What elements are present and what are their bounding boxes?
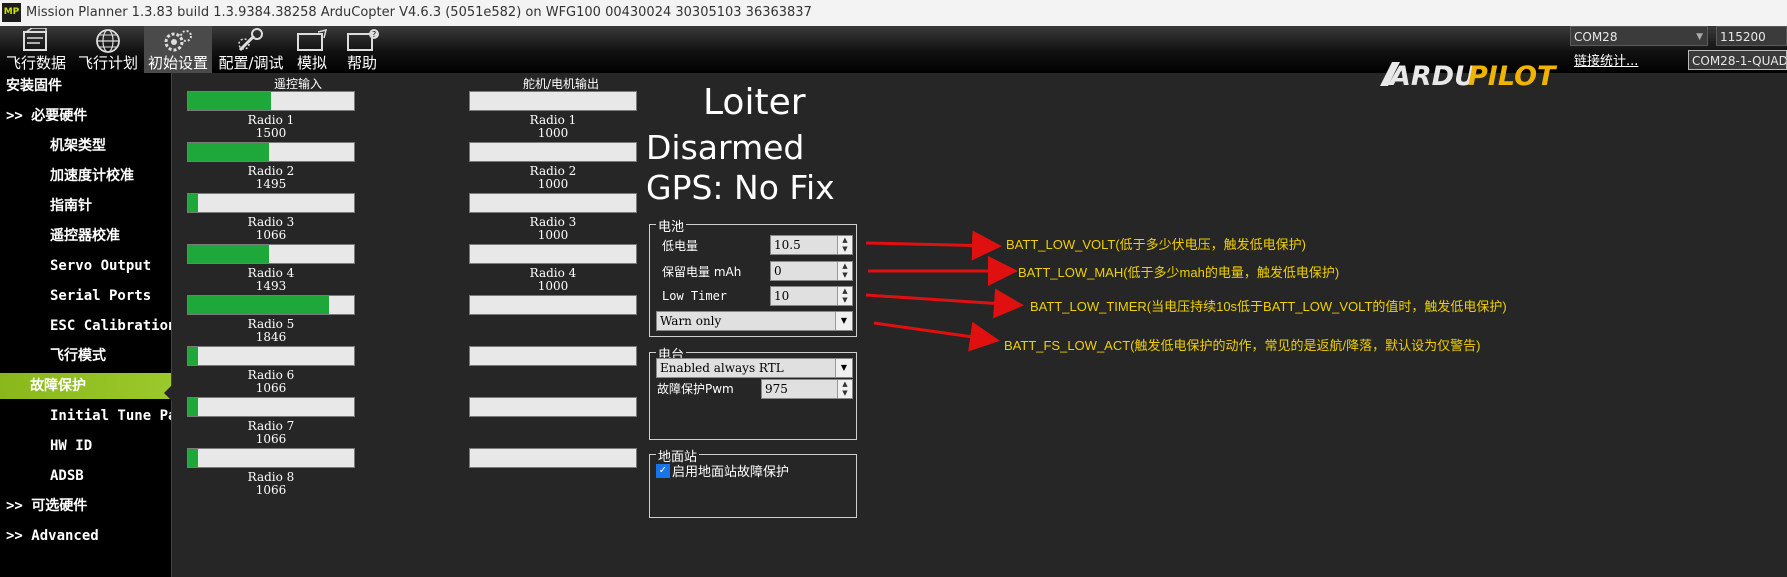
- annotation-batt-low-timer: BATT_LOW_TIMER(当电压持续10s低于BATT_LOW_VOLT的值…: [1030, 299, 1507, 314]
- annotation-arrow-1: [865, 230, 1002, 261]
- annotation-arrows: [865, 230, 1024, 352]
- annotation-batt-low-mah: BATT_LOW_MAH(低于多少mah的电量，触发低电保护): [1018, 265, 1340, 280]
- annotation-arrow-3: [865, 288, 1024, 319]
- annotation-arrow-4: [873, 321, 1000, 352]
- annotation-batt-low-volt: BATT_LOW_VOLT(低于多少伏电压，触发低电保护): [1006, 237, 1306, 252]
- annotation-batt-fs-low-act: BATT_FS_LOW_ACT(触发低电保护的动作，常见的是返航/降落，默认设为…: [1004, 338, 1481, 353]
